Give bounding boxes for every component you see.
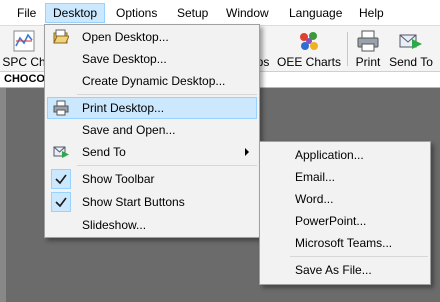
show-start-buttons-item[interactable]: Show Start Buttons <box>47 191 257 213</box>
oee-charts-icon <box>300 32 318 50</box>
submenu-arrow-icon <box>245 148 249 156</box>
desktop-window-title: CHOCO <box>4 73 45 85</box>
desktop-menu: Open Desktop... Save Desktop... Create D… <box>44 24 260 238</box>
create-dynamic-desktop-item[interactable]: Create Dynamic Desktop... <box>47 70 257 92</box>
print-desktop-item[interactable]: Print Desktop... <box>47 97 257 119</box>
send-to-email-item[interactable]: Email... <box>262 166 428 188</box>
printer-icon <box>53 100 69 116</box>
send-to-powerpoint-item[interactable]: PowerPoint... <box>262 210 428 232</box>
send-to-button[interactable]: Send To <box>388 28 434 70</box>
slideshow-item[interactable]: Slideshow... <box>47 214 257 236</box>
menu-language[interactable]: Language <box>282 3 349 23</box>
send-icon <box>53 146 69 158</box>
send-to-email-label: Email... <box>295 170 336 184</box>
slideshow-label: Slideshow... <box>82 218 147 232</box>
save-and-open-item[interactable]: Save and Open... <box>47 119 257 141</box>
save-desktop-label: Save Desktop... <box>82 52 167 66</box>
send-to-teams-label: Microsoft Teams... <box>295 236 393 250</box>
show-start-buttons-label: Show Start Buttons <box>82 195 185 209</box>
menu-options[interactable]: Options <box>109 3 164 23</box>
spc-chart-icon <box>13 30 35 52</box>
menu-window[interactable]: Window <box>219 3 276 23</box>
send-to-application-item[interactable]: Application... <box>262 144 428 166</box>
send-to-label: Send To <box>82 145 126 159</box>
save-as-file-item[interactable]: Save As File... <box>262 259 428 281</box>
send-to-icon <box>399 34 422 49</box>
show-toolbar-checkmark <box>51 169 71 189</box>
spc-charts-button[interactable]: SPC Ch <box>2 28 46 70</box>
menu-separator <box>290 256 428 257</box>
printer-icon <box>357 30 379 52</box>
spc-charts-label: SPC Ch <box>2 55 46 69</box>
send-to-application-label: Application... <box>295 148 364 162</box>
folder-open-icon <box>53 29 69 44</box>
print-label: Print <box>355 55 381 69</box>
checkmark-icon <box>55 197 67 208</box>
oee-charts-button[interactable]: OEE Charts <box>276 28 342 70</box>
oee-charts-label: OEE Charts <box>276 55 342 69</box>
toolbar-separator <box>347 32 348 66</box>
menu-separator <box>77 165 257 166</box>
menu-file[interactable]: File <box>10 3 43 23</box>
send-to-powerpoint-label: PowerPoint... <box>295 214 367 228</box>
save-as-file-label: Save As File... <box>295 263 372 277</box>
print-button[interactable]: Print <box>352 28 384 70</box>
show-toolbar-item[interactable]: Show Toolbar <box>47 168 257 190</box>
send-to-submenu: Application... Email... Word... PowerPoi… <box>259 141 431 285</box>
menu-setup[interactable]: Setup <box>170 3 215 23</box>
show-toolbar-label: Show Toolbar <box>82 172 155 186</box>
send-to-teams-item[interactable]: Microsoft Teams... <box>262 232 428 254</box>
create-dynamic-desktop-label: Create Dynamic Desktop... <box>82 74 226 88</box>
print-desktop-label: Print Desktop... <box>82 101 165 115</box>
send-to-word-label: Word... <box>295 192 334 206</box>
send-to-word-item[interactable]: Word... <box>262 188 428 210</box>
show-start-buttons-checkmark <box>51 192 71 212</box>
send-to-item[interactable]: Send To <box>47 141 257 163</box>
menu-help[interactable]: Help <box>352 3 391 23</box>
checkmark-icon <box>55 174 67 185</box>
open-desktop-label: Open Desktop... <box>82 30 169 44</box>
send-to-label: Send To <box>389 55 433 69</box>
open-desktop-item[interactable]: Open Desktop... <box>47 26 257 48</box>
save-desktop-item[interactable]: Save Desktop... <box>47 48 257 70</box>
save-and-open-label: Save and Open... <box>82 123 176 137</box>
workspace-left-border <box>0 88 6 302</box>
menu-separator <box>77 94 257 95</box>
menu-bar: File Desktop Options Setup Window Langua… <box>0 0 440 26</box>
menu-desktop[interactable]: Desktop <box>45 3 106 23</box>
